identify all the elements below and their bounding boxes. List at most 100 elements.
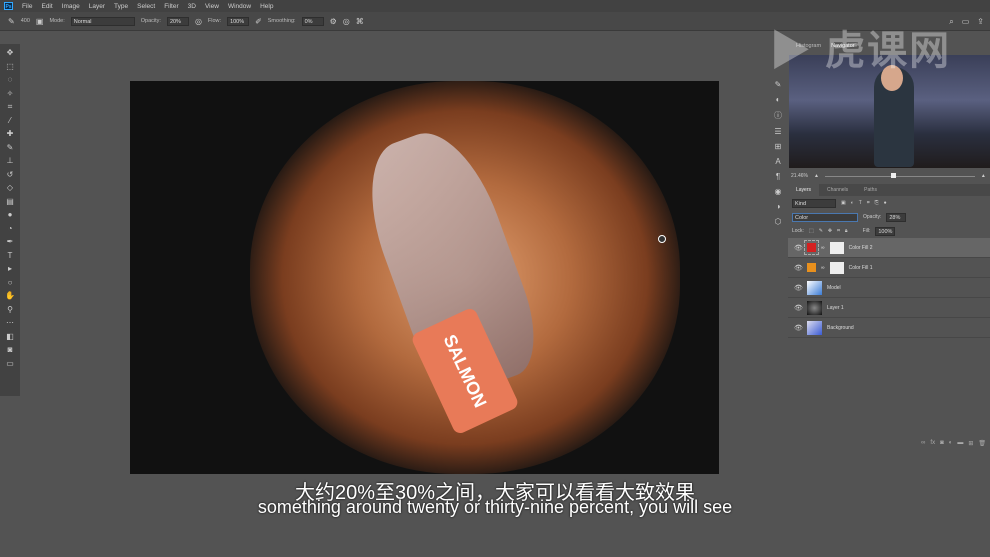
menu-edit[interactable]: Edit bbox=[41, 3, 52, 10]
mode-select[interactable]: Normal bbox=[70, 16, 135, 26]
info-icon[interactable]: ⓘ bbox=[774, 110, 782, 121]
link-layers-icon[interactable]: ∞ bbox=[921, 440, 925, 450]
menu-type[interactable]: Type bbox=[114, 3, 128, 10]
hand-tool-icon[interactable]: ✋ bbox=[5, 291, 15, 301]
menu-filter[interactable]: Filter bbox=[164, 3, 178, 10]
opacity-field[interactable]: 20% bbox=[166, 16, 189, 26]
new-layer-icon[interactable]: ⊞ bbox=[968, 440, 973, 450]
type-tool-icon[interactable]: T bbox=[5, 251, 15, 261]
menu-view[interactable]: View bbox=[205, 3, 219, 10]
layer-opacity-field[interactable]: 28% bbox=[886, 212, 907, 222]
layer-row[interactable]: 👁︎ ∞ Color Fill 2 bbox=[788, 238, 990, 258]
visibility-eye-icon[interactable]: 👁︎ bbox=[794, 284, 803, 292]
layers-panel: Layers Channels Paths Kind ▣ ◐ T ⌗ ⎘ ● C… bbox=[788, 184, 990, 456]
pressure-opacity-icon[interactable]: ◎ bbox=[195, 17, 202, 26]
tab-layers[interactable]: Layers bbox=[788, 184, 820, 196]
adjustment-layer-icon[interactable]: ◐ bbox=[949, 440, 953, 450]
filter-pixel-icon[interactable]: ▣ bbox=[841, 200, 846, 206]
gear-icon[interactable]: ⚙ bbox=[330, 17, 337, 26]
menu-select[interactable]: Select bbox=[137, 3, 155, 10]
visibility-eye-icon[interactable]: 👁︎ bbox=[794, 324, 803, 332]
clone-source-icon[interactable]: ⊞ bbox=[775, 142, 782, 151]
tab-paths[interactable]: Paths bbox=[856, 184, 885, 196]
path-select-icon[interactable]: ▸ bbox=[5, 264, 15, 274]
lasso-tool-icon[interactable]: ◌ bbox=[5, 75, 15, 85]
filter-kind-select[interactable]: Kind bbox=[792, 198, 836, 208]
zoom-value[interactable]: 21.46% bbox=[791, 173, 808, 179]
blur-tool-icon[interactable]: ● bbox=[5, 210, 15, 220]
color-swatches-icon[interactable]: ◧ bbox=[5, 332, 15, 342]
paragraph-icon[interactable]: ¶ bbox=[776, 172, 780, 181]
layer-row[interactable]: 👁︎ ∞ Color Fill 1 bbox=[788, 258, 990, 278]
zoom-out-icon[interactable]: ▲ bbox=[814, 173, 819, 179]
zoom-in-icon[interactable]: ▲ bbox=[981, 173, 986, 179]
stamp-tool-icon[interactable]: ⊥ bbox=[5, 156, 15, 166]
eyedropper-tool-icon[interactable]: ⁄ bbox=[5, 116, 15, 126]
fill-field[interactable]: 100% bbox=[875, 226, 896, 236]
lock-transparent-icon[interactable]: ⬚ bbox=[809, 228, 814, 234]
zoom-slider[interactable] bbox=[824, 172, 975, 178]
lock-all-icon[interactable]: 🔒︎ bbox=[845, 228, 848, 234]
menu-layer[interactable]: Layer bbox=[89, 3, 105, 10]
marquee-tool-icon[interactable]: ⬚ bbox=[5, 62, 15, 72]
brush-tool-icon[interactable]: ✎ bbox=[8, 17, 15, 26]
edit-toolbar-icon[interactable]: ⋯ bbox=[5, 318, 15, 328]
workspace-icon[interactable]: ▭ bbox=[962, 17, 970, 27]
brush-tool-icon[interactable]: ✎ bbox=[5, 143, 15, 153]
menu-file[interactable]: File bbox=[22, 3, 32, 10]
blend-mode-select[interactable]: Color bbox=[792, 212, 858, 222]
brush-panel-icon[interactable]: ▣ bbox=[36, 17, 44, 26]
visibility-eye-icon[interactable]: 👁︎ bbox=[794, 304, 803, 312]
add-mask-icon[interactable]: ◙ bbox=[940, 440, 944, 450]
shape-tool-icon[interactable]: ○ bbox=[5, 278, 15, 288]
symmetry-icon[interactable]: ⌘ bbox=[356, 17, 364, 26]
menu-window[interactable]: Window bbox=[228, 3, 251, 10]
healing-tool-icon[interactable]: ✚ bbox=[5, 129, 15, 139]
dodge-tool-icon[interactable]: ◔ bbox=[5, 224, 15, 234]
filter-adjustment-icon[interactable]: ◐ bbox=[851, 200, 854, 206]
smoothing-field[interactable]: 0% bbox=[301, 16, 324, 26]
flow-field[interactable]: 100% bbox=[227, 16, 250, 26]
brush-settings-icon[interactable]: ✎ bbox=[775, 80, 782, 89]
menu-image[interactable]: Image bbox=[62, 3, 80, 10]
quick-select-tool-icon[interactable]: ✧ bbox=[5, 89, 15, 99]
visibility-eye-icon[interactable]: 👁︎ bbox=[794, 244, 803, 252]
filter-smart-icon[interactable]: ⎘ bbox=[875, 200, 879, 206]
color-icon[interactable]: ◉ bbox=[775, 187, 782, 196]
delete-layer-icon[interactable]: 🗑︎ bbox=[978, 440, 986, 450]
tab-channels[interactable]: Channels bbox=[819, 184, 856, 196]
swatches-icon[interactable]: ◑ bbox=[776, 202, 781, 211]
lock-artboard-icon[interactable]: ⌗ bbox=[837, 228, 840, 234]
history-brush-icon[interactable]: ↺ bbox=[5, 170, 15, 180]
brush-size[interactable]: 400 bbox=[21, 18, 30, 24]
crop-tool-icon[interactable]: ⌗ bbox=[5, 102, 15, 112]
filter-toggle-icon[interactable]: ● bbox=[884, 200, 887, 206]
menu-help[interactable]: Help bbox=[260, 3, 273, 10]
zoom-tool-icon[interactable]: ⚲ bbox=[5, 305, 15, 315]
screen-mode-icon[interactable]: ▭ bbox=[5, 359, 15, 369]
gradient-tool-icon[interactable]: ▤ bbox=[5, 197, 15, 207]
layer-row[interactable]: 👁︎ Layer 1 bbox=[788, 298, 990, 318]
3d-icon[interactable]: ⬡ bbox=[775, 217, 782, 226]
eraser-tool-icon[interactable]: ◇ bbox=[5, 183, 15, 193]
move-tool-icon[interactable]: ✥ bbox=[5, 48, 15, 58]
airbrush-icon[interactable]: ✐ bbox=[255, 17, 262, 26]
pressure-size-icon[interactable]: ◎ bbox=[343, 17, 350, 26]
quick-mask-icon[interactable]: ◙ bbox=[5, 345, 15, 355]
properties-icon[interactable]: ☰ bbox=[774, 127, 781, 136]
layer-row[interactable]: 👁︎ Model bbox=[788, 278, 990, 298]
filter-shape-icon[interactable]: ⌗ bbox=[867, 200, 870, 206]
document-canvas[interactable]: SALMON bbox=[130, 81, 719, 474]
character-icon[interactable]: A bbox=[775, 157, 780, 166]
lock-pixels-icon[interactable]: ✎ bbox=[819, 228, 823, 234]
visibility-eye-icon[interactable]: 👁︎ bbox=[794, 264, 803, 272]
menu-3d[interactable]: 3D bbox=[188, 3, 196, 10]
layer-row[interactable]: 👁︎ Background bbox=[788, 318, 990, 338]
pen-tool-icon[interactable]: ✒ bbox=[5, 237, 15, 247]
fx-icon[interactable]: fx bbox=[930, 440, 935, 450]
adjustments-icon[interactable]: ◐ bbox=[776, 95, 781, 104]
lock-position-icon[interactable]: ✥ bbox=[828, 228, 832, 234]
share-icon[interactable]: ⇪ bbox=[977, 17, 984, 27]
new-group-icon[interactable]: ▬ bbox=[957, 440, 963, 450]
filter-type-icon[interactable]: T bbox=[859, 200, 862, 206]
